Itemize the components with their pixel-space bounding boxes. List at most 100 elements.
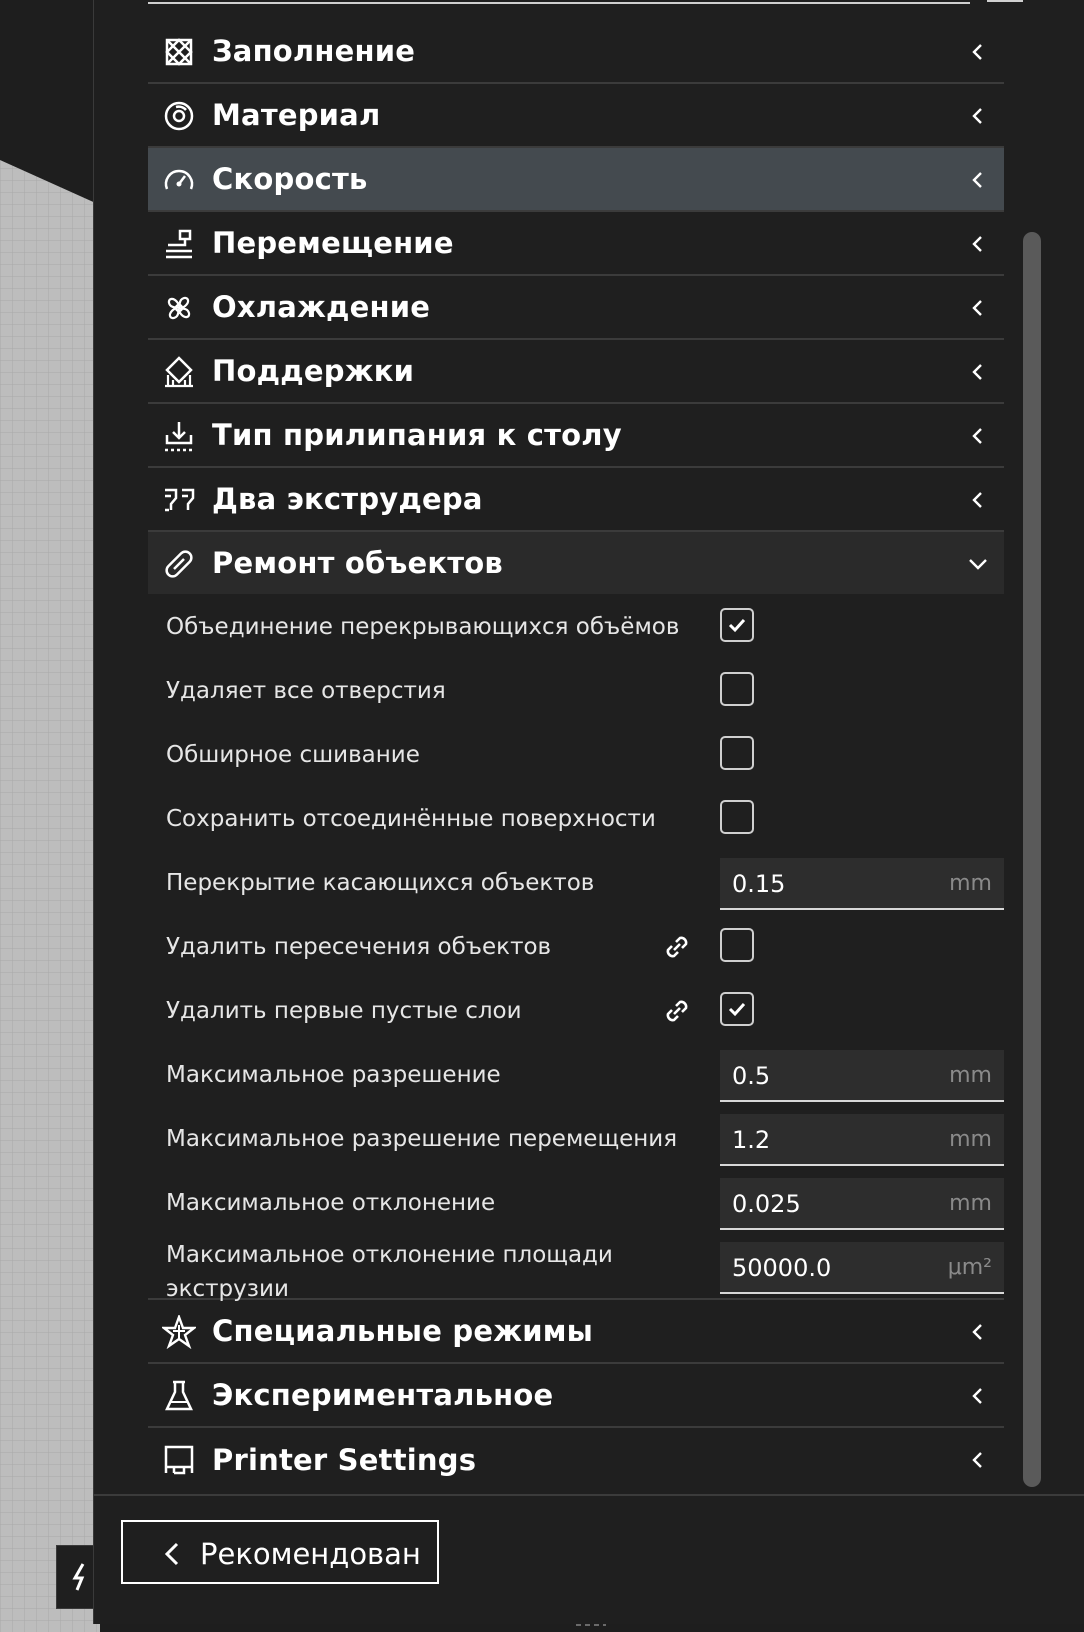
setting-label: Обширное сшивание	[166, 742, 420, 768]
link-icon[interactable]	[660, 930, 694, 964]
chevron-left-icon	[966, 232, 990, 256]
setting-label: Удалить первые пустые слои	[166, 998, 522, 1024]
setting-input[interactable]: 1.2 mm	[720, 1114, 1004, 1166]
setting-label: Максимальное отклонение площади экструзи…	[166, 1242, 613, 1302]
input-value: 0.025	[732, 1190, 801, 1218]
category-speed[interactable]: Скорость	[148, 148, 1004, 212]
category-material[interactable]: Материал	[148, 84, 1004, 148]
category-label: Скорость	[212, 162, 368, 196]
setting-label: Максимальное отклонение	[166, 1190, 496, 1216]
input-unit: μm²	[947, 1255, 992, 1280]
chevron-left-icon	[966, 1384, 990, 1408]
setting-meshfix-maximum-resolution: Максимальное разрешение 0.5 mm	[148, 1042, 1004, 1106]
material-icon	[162, 99, 196, 133]
settings-scrollbar[interactable]	[1023, 232, 1041, 1487]
recommended-mode-button[interactable]: Рекомендован	[121, 1520, 439, 1584]
category-label: Два экструдера	[212, 482, 483, 516]
link-icon[interactable]	[660, 994, 694, 1028]
settings-list: Заполнение Материал Скорость Перемещение	[148, 20, 1004, 1492]
setting-remove-empty-first-layers: Удалить первые пустые слои	[148, 978, 1004, 1042]
panel-resize-handle[interactable]	[576, 1612, 606, 1626]
chevron-left-icon	[966, 424, 990, 448]
input-value: 1.2	[732, 1126, 771, 1154]
setting-input[interactable]: 0.15 mm	[720, 858, 1004, 910]
chevron-left-icon	[966, 1448, 990, 1472]
setting-checkbox[interactable]	[720, 800, 754, 834]
infill-icon	[162, 35, 196, 69]
category-label: Заполнение	[212, 34, 416, 68]
chevron-left-icon	[966, 40, 990, 64]
category-adhesion[interactable]: Тип прилипания к столу	[148, 404, 1004, 468]
setting-maximum-travel-resolution: Максимальное разрешение перемещения 1.2 …	[148, 1106, 1004, 1170]
setting-input[interactable]: 50000.0 μm²	[720, 1242, 1004, 1294]
setting-label: Перекрытие касающихся объектов	[166, 870, 595, 896]
input-value: 0.5	[732, 1062, 771, 1090]
category-cooling[interactable]: Охлаждение	[148, 276, 1004, 340]
setting-maximum-deviation: Максимальное отклонение 0.025 mm	[148, 1170, 1004, 1234]
search-underline	[148, 2, 970, 4]
custom-settings-panel: Заполнение Материал Скорость Перемещение	[93, 0, 1084, 1624]
setting-label: Удаляет все отверстия	[166, 678, 446, 704]
category-label: Тип прилипания к столу	[212, 418, 622, 452]
category-printer-settings[interactable]: Printer Settings	[148, 1428, 1004, 1492]
chevron-left-icon	[966, 168, 990, 192]
setting-checkbox[interactable]	[720, 928, 754, 962]
category-dual-extrusion[interactable]: Два экструдера	[148, 468, 1004, 532]
travel-icon	[162, 227, 196, 261]
setting-checkbox[interactable]	[720, 992, 754, 1026]
setting-label: Максимальное разрешение перемещения	[166, 1126, 678, 1152]
mesh-fix-icon	[162, 547, 196, 581]
category-special-modes[interactable]: Специальные режимы	[148, 1300, 1004, 1364]
setting-label: Максимальное разрешение	[166, 1062, 501, 1088]
input-unit: mm	[949, 1127, 992, 1152]
category-label: Материал	[212, 98, 381, 132]
dual-extruder-icon	[162, 483, 196, 517]
chevron-left-icon	[966, 488, 990, 512]
setting-remove-mesh-intersection: Удалить пересечения объектов	[148, 914, 1004, 978]
setting-checkbox[interactable]	[720, 608, 754, 642]
setting-checkbox[interactable]	[720, 672, 754, 706]
cooling-fan-icon	[162, 291, 196, 325]
setting-input[interactable]: 0.5 mm	[720, 1050, 1004, 1102]
setting-label: Удалить пересечения объектов	[166, 934, 552, 960]
category-experimental[interactable]: Экспериментальное	[148, 1364, 1004, 1428]
input-unit: mm	[949, 1063, 992, 1088]
divider	[93, 1494, 1084, 1496]
input-value: 0.15	[732, 870, 786, 898]
chevron-down-icon	[966, 552, 990, 576]
chevron-left-icon	[159, 1540, 185, 1568]
setting-remove-all-holes: Удаляет все отверстия	[148, 658, 1004, 722]
category-label: Перемещение	[212, 226, 454, 260]
chevron-left-icon	[966, 296, 990, 320]
printer-settings-icon	[162, 1443, 196, 1477]
chevron-left-icon	[966, 104, 990, 128]
input-value: 50000.0	[732, 1254, 832, 1282]
viewport-tool-button[interactable]	[56, 1545, 98, 1609]
recommended-button-label: Рекомендован	[200, 1537, 421, 1571]
setting-checkbox[interactable]	[720, 736, 754, 770]
category-infill[interactable]: Заполнение	[148, 20, 1004, 84]
category-label: Экспериментальное	[212, 1378, 554, 1412]
category-label: Специальные режимы	[212, 1314, 594, 1348]
category-mesh-fixes[interactable]: Ремонт объектов	[148, 532, 1004, 594]
setting-maximum-extrusion-area-deviation: Максимальное отклонение площади экструзи…	[148, 1234, 1004, 1302]
adhesion-icon	[162, 419, 196, 453]
category-travel[interactable]: Перемещение	[148, 212, 1004, 276]
special-modes-icon	[160, 1313, 198, 1350]
category-label: Охлаждение	[212, 290, 431, 324]
category-label: Ремонт объектов	[212, 546, 503, 580]
category-label: Поддержки	[212, 354, 415, 388]
experimental-flask-icon	[162, 1379, 196, 1413]
setting-extensive-stitching: Обширное сшивание	[148, 722, 1004, 786]
setting-label: Объединение перекрывающихся объёмов	[166, 614, 680, 640]
setting-keep-disconnected-faces: Сохранить отсоединённые поверхности	[148, 786, 1004, 850]
setting-union-overlapping-volumes: Объединение перекрывающихся объёмов	[148, 594, 1004, 658]
setting-input[interactable]: 0.025 mm	[720, 1178, 1004, 1230]
input-unit: mm	[949, 871, 992, 896]
support-icon	[162, 355, 196, 389]
settings-menu-button[interactable]	[987, 0, 1023, 2]
category-label: Printer Settings	[212, 1443, 477, 1477]
input-unit: mm	[949, 1191, 992, 1216]
category-support[interactable]: Поддержки	[148, 340, 1004, 404]
setting-label: Сохранить отсоединённые поверхности	[166, 806, 656, 832]
